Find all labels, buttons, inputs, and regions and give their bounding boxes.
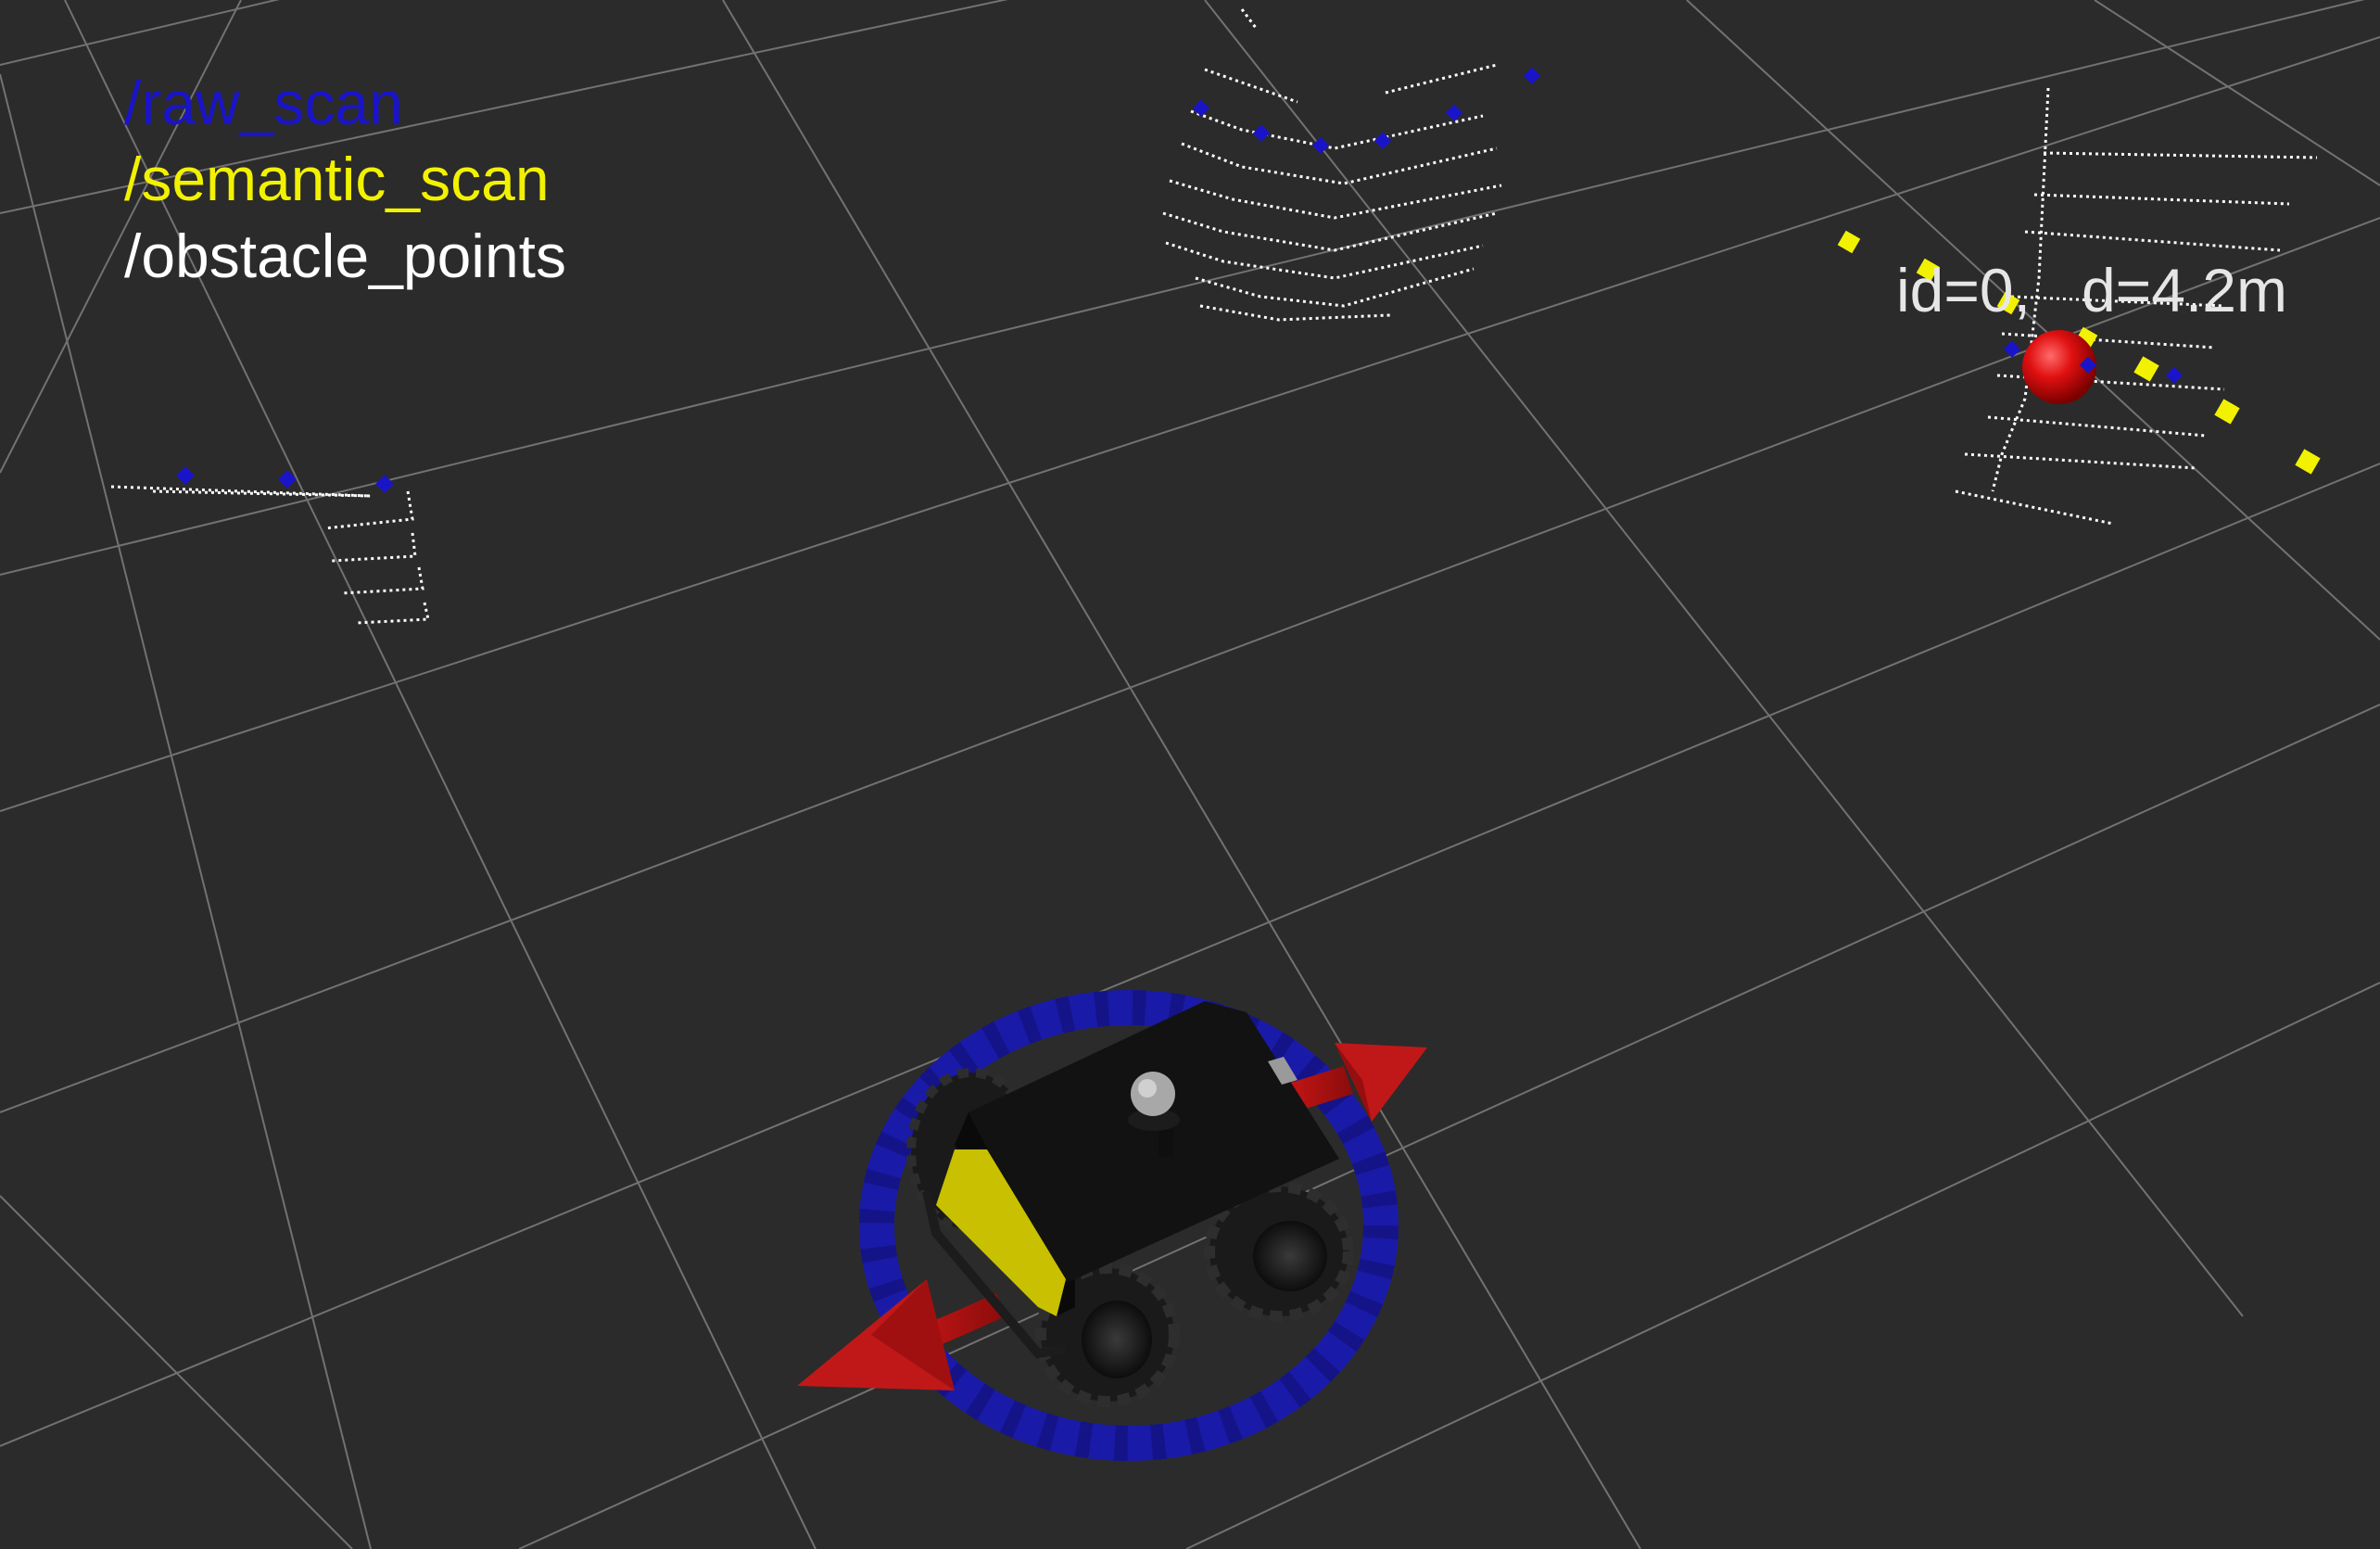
legend-semantic-scan: /semantic_scan [124,145,550,213]
obstacle-marker-label: id=0, d=4.2m [1896,256,2287,324]
legend-obstacle-points: /obstacle_points [124,222,566,290]
legend-raw-scan: /raw_scan [124,69,403,137]
rviz-3d-viewport[interactable]: /raw_scan /semantic_scan /obstacle_point… [0,0,2380,1549]
robot-model[interactable] [797,990,1427,1461]
